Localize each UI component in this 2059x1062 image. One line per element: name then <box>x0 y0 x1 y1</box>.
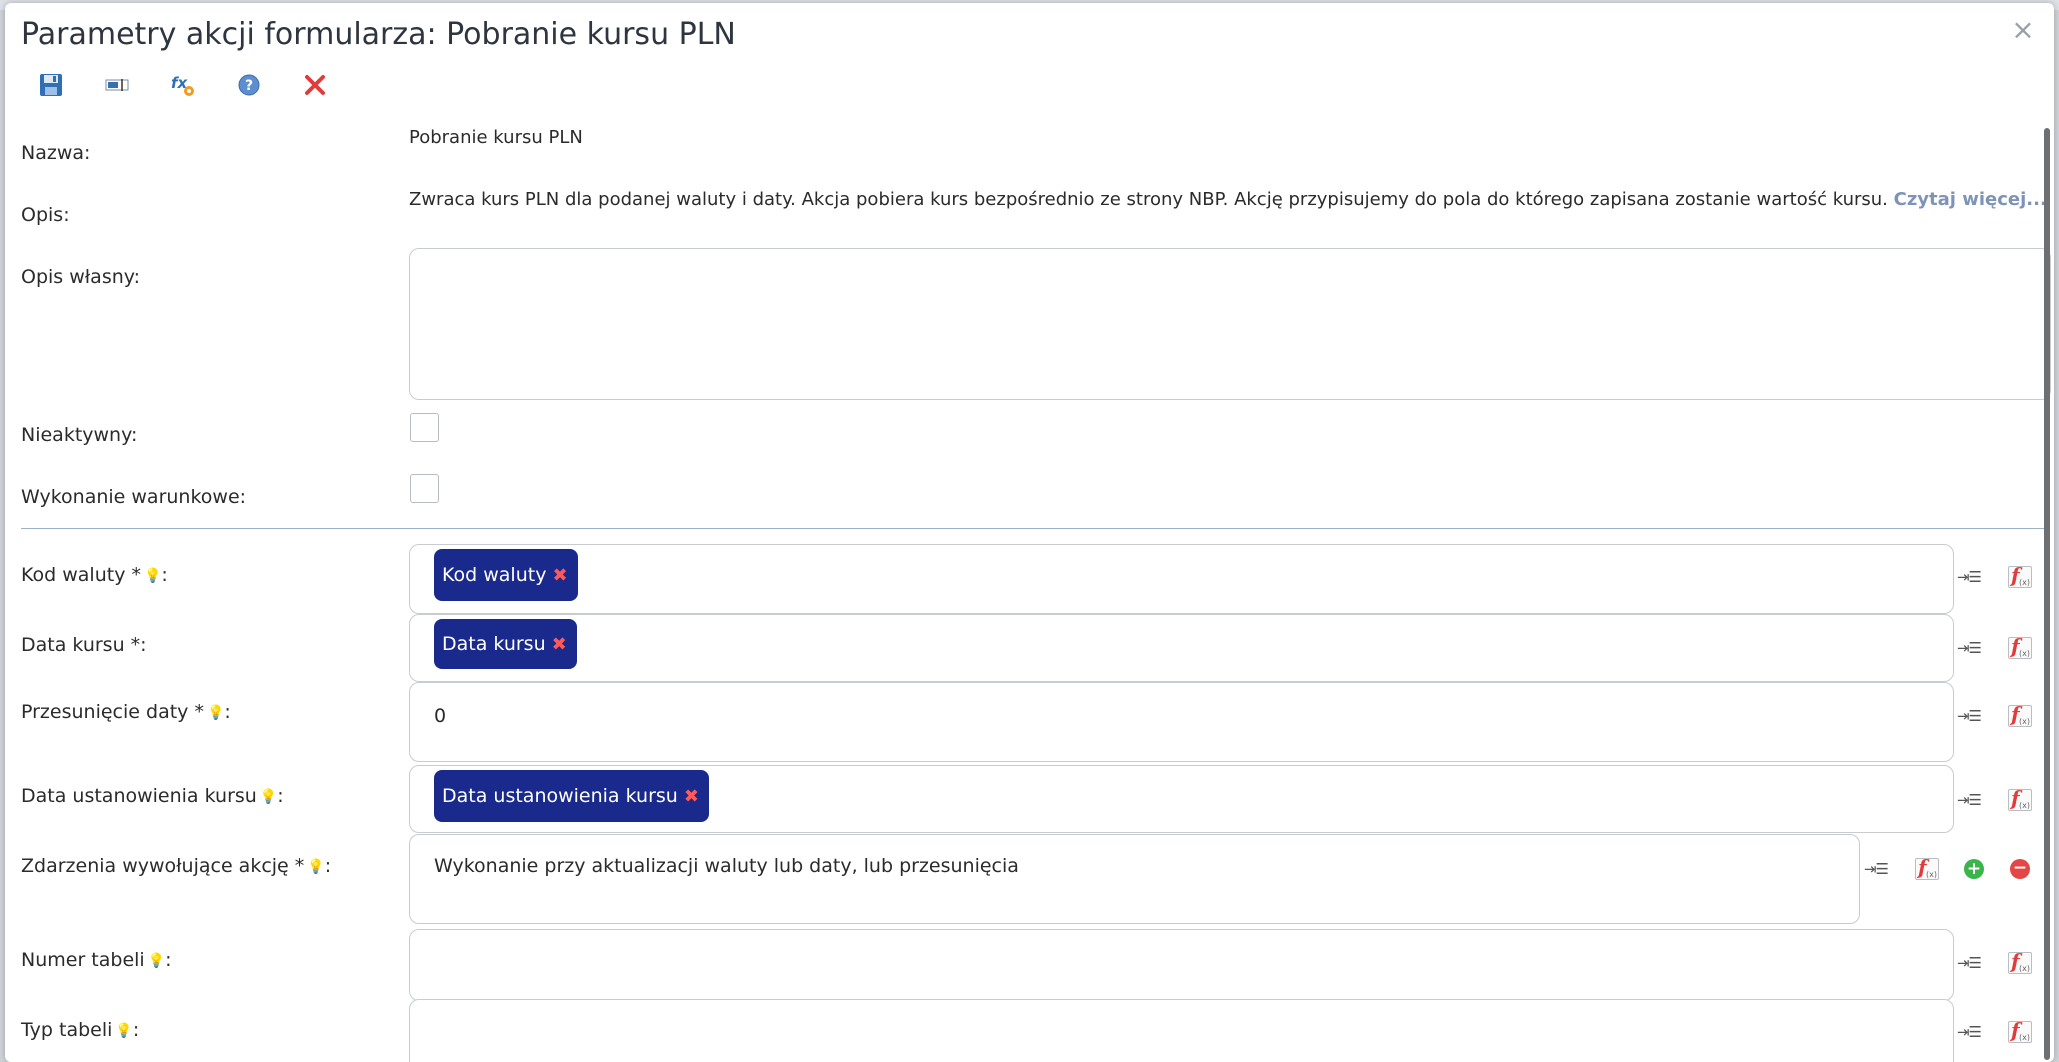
insert-field-button[interactable]: ⇥☰ <box>1955 702 1983 730</box>
own-description-textarea[interactable] <box>409 248 2051 400</box>
close-dialog-button[interactable]: × <box>2008 15 2038 45</box>
table-number-label: Numer tabeli 💡: <box>21 949 172 971</box>
rename-button[interactable] <box>101 69 133 101</box>
save-icon <box>40 74 62 96</box>
remove-event-button[interactable]: − <box>2006 855 2034 883</box>
read-more-link[interactable]: Czytaj więcej... <box>1894 189 2047 210</box>
own-description-label: Opis własny: <box>21 266 141 288</box>
table-type-input[interactable] <box>409 999 1954 1062</box>
rate-date-field[interactable]: Data kursu ✖ <box>409 614 1954 682</box>
hint-bulb-icon[interactable]: 💡 <box>260 789 277 805</box>
function-button[interactable] <box>2006 949 2034 977</box>
conditional-checkbox[interactable] <box>410 474 439 503</box>
events-value: Wykonanie przy aktualizacji waluty lub d… <box>434 855 1019 877</box>
insert-field-button[interactable]: ⇥☰ <box>1955 634 1983 662</box>
insert-field-button[interactable]: ⇥☰ <box>1862 855 1890 883</box>
function-button[interactable] <box>2006 1018 2034 1046</box>
hint-bulb-icon[interactable]: 💡 <box>144 568 161 584</box>
rate-set-date-label-text: Data ustanowienia kursu <box>21 785 257 807</box>
conditional-label: Wykonanie warunkowe: <box>21 486 247 508</box>
date-shift-label-text: Przesunięcie daty * <box>21 701 204 723</box>
minus-icon: − <box>2010 859 2030 879</box>
function-button[interactable] <box>2006 563 2034 591</box>
function-icon <box>2008 786 2032 811</box>
function-icon <box>2008 634 2032 659</box>
currency-code-label: Kod waluty * 💡: <box>21 564 168 586</box>
function-button[interactable] <box>1913 855 1941 883</box>
insert-field-button[interactable]: ⇥☰ <box>1955 563 1983 591</box>
delete-button[interactable] <box>299 69 331 101</box>
insert-field-icon: ⇥☰ <box>1956 791 1982 809</box>
add-event-button[interactable]: + <box>1960 855 1988 883</box>
svg-text:?: ? <box>245 78 253 94</box>
test-action-icon: fx <box>171 74 194 96</box>
rate-set-date-label: Data ustanowienia kursu 💡: <box>21 785 284 807</box>
date-shift-value: 0 <box>434 705 447 727</box>
date-shift-input[interactable]: 0 <box>409 682 1954 762</box>
function-icon <box>1915 855 1939 880</box>
remove-tag-icon[interactable]: ✖ <box>552 634 567 655</box>
table-number-input[interactable] <box>409 929 1954 1001</box>
rate-set-date-field[interactable]: Data ustanowienia kursu ✖ <box>409 765 1954 833</box>
insert-field-button[interactable]: ⇥☰ <box>1955 949 1983 977</box>
action-parameters-dialog: Parametry akcji formularza: Pobranie kur… <box>5 3 2054 1062</box>
insert-field-icon: ⇥☰ <box>1956 1023 1982 1041</box>
function-button[interactable] <box>2006 634 2034 662</box>
help-icon: ? <box>238 74 260 96</box>
remove-tag-icon[interactable]: ✖ <box>684 786 699 807</box>
inactive-label: Nieaktywny: <box>21 424 138 446</box>
remove-tag-icon[interactable]: ✖ <box>552 565 567 586</box>
hint-bulb-icon[interactable]: 💡 <box>207 705 224 721</box>
insert-field-icon: ⇥☰ <box>1956 639 1982 657</box>
section-divider <box>21 528 2045 529</box>
table-type-label: Typ tabeli 💡: <box>21 1019 140 1041</box>
rename-icon <box>105 79 129 91</box>
currency-code-label-text: Kod waluty * <box>21 564 141 586</box>
insert-field-icon: ⇥☰ <box>1863 860 1889 878</box>
inactive-checkbox[interactable] <box>410 413 439 442</box>
name-label: Nazwa: <box>21 142 91 164</box>
insert-field-button[interactable]: ⇥☰ <box>1955 786 1983 814</box>
plus-icon: + <box>1964 859 1984 879</box>
function-icon <box>2008 563 2032 588</box>
rate-date-label: Data kursu *: <box>21 634 147 656</box>
rate-date-tag-label: Data kursu <box>442 633 546 655</box>
events-label: Zdarzenia wywołujące akcję * 💡: <box>21 855 332 877</box>
description-text: Zwraca kurs PLN dla podanej waluty i dat… <box>409 189 2047 210</box>
events-select[interactable]: Wykonanie przy aktualizacji waluty lub d… <box>409 834 1860 924</box>
hint-bulb-icon[interactable]: 💡 <box>148 953 165 969</box>
table-type-label-text: Typ tabeli <box>21 1019 113 1041</box>
currency-code-field[interactable]: Kod waluty ✖ <box>409 544 1954 614</box>
help-button[interactable]: ? <box>233 69 265 101</box>
insert-field-icon: ⇥☰ <box>1956 954 1982 972</box>
date-shift-label: Przesunięcie daty * 💡: <box>21 701 231 723</box>
description-body: Zwraca kurs PLN dla podanej waluty i dat… <box>409 189 1888 210</box>
currency-code-tag-label: Kod waluty <box>442 564 547 586</box>
function-icon <box>2008 1018 2032 1043</box>
name-value: Pobranie kursu PLN <box>409 127 583 148</box>
test-action-button[interactable]: fx <box>167 69 199 101</box>
function-button[interactable] <box>2006 702 2034 730</box>
description-label: Opis: <box>21 204 70 226</box>
table-number-label-text: Numer tabeli <box>21 949 145 971</box>
dialog-title: Parametry akcji formularza: Pobranie kur… <box>21 17 736 52</box>
currency-code-tag[interactable]: Kod waluty ✖ <box>434 549 578 601</box>
delete-icon <box>305 75 325 95</box>
hint-bulb-icon[interactable]: 💡 <box>307 859 324 875</box>
rate-set-date-tag-label: Data ustanowienia kursu <box>442 785 678 807</box>
function-icon <box>2008 949 2032 974</box>
events-label-text: Zdarzenia wywołujące akcję * <box>21 855 305 877</box>
insert-field-icon: ⇥☰ <box>1956 707 1982 725</box>
insert-field-button[interactable]: ⇥☰ <box>1955 1018 1983 1046</box>
function-icon <box>2008 702 2032 727</box>
vertical-scrollbar[interactable] <box>2044 128 2050 1060</box>
rate-date-tag[interactable]: Data kursu ✖ <box>434 619 577 669</box>
insert-field-icon: ⇥☰ <box>1956 568 1982 586</box>
function-button[interactable] <box>2006 786 2034 814</box>
rate-set-date-tag[interactable]: Data ustanowienia kursu ✖ <box>434 770 709 822</box>
hint-bulb-icon[interactable]: 💡 <box>115 1023 132 1039</box>
save-button[interactable] <box>35 69 67 101</box>
